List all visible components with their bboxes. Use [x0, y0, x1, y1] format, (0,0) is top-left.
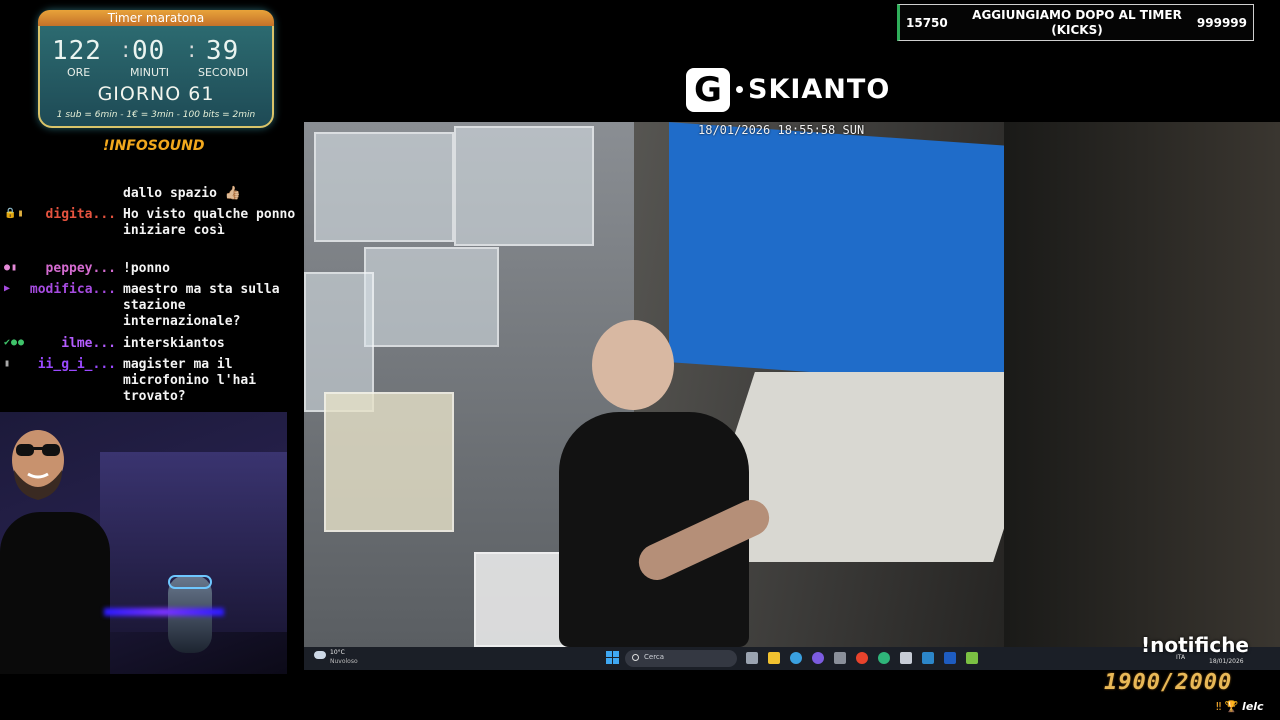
timer-digits: 122 : 00 : 39: [40, 36, 272, 68]
weather-temperature[interactable]: 10°C: [330, 649, 345, 656]
task-view-icon[interactable]: [746, 652, 758, 664]
timer-hours-label: ORE: [67, 66, 91, 79]
goal-target: 999999: [1196, 16, 1247, 30]
camera-timestamp: 18/01/2026 18:55:58 SUN: [698, 123, 865, 137]
storage-box: [314, 132, 454, 242]
chrome-icon[interactable]: [790, 652, 802, 664]
chat-text: magister ma il microfonino l'hai trovato…: [123, 357, 257, 404]
app-icon[interactable]: [834, 652, 846, 664]
timer-title: Timer maratona: [38, 10, 274, 26]
led-strip: [104, 608, 224, 616]
chat-text: dallo spazio 👍🏼: [123, 186, 241, 201]
marathon-timer: Timer maratona 122 : 00 : 39 ORE MINUTI …: [38, 10, 274, 128]
windows-taskbar: 10°C Nuvoloso Cerca ITA 18/01/2026: [304, 647, 1280, 670]
chat-username: ilme...: [61, 336, 116, 351]
discord-icon[interactable]: [812, 652, 824, 664]
garage-right-side: [1004, 122, 1280, 647]
timer-colon: :: [122, 38, 130, 63]
streamer-avatar-icon: [12, 430, 64, 500]
goal-current: 15750: [906, 16, 948, 30]
weather-condition[interactable]: Nuvoloso: [330, 658, 358, 665]
taskbar-search-input[interactable]: Cerca: [625, 650, 737, 667]
event-ticker: ‼ 🏆 lelc: [1216, 700, 1264, 713]
chat-badges: ●▮: [4, 262, 19, 273]
chat-username: modifica...: [29, 282, 116, 297]
kicks-goal-bar: 15750 AGGIUNGIAMO DOPO AL TIMER (KICKS) …: [897, 4, 1254, 41]
start-button[interactable]: [606, 651, 619, 664]
app-icon[interactable]: [900, 652, 912, 664]
logo-letter: G: [686, 68, 730, 112]
chat-text: !ponno: [123, 261, 170, 276]
webcam-streamer: [0, 512, 110, 674]
goal-label: AGGIUNGIAMO DOPO AL TIMER (KICKS): [972, 8, 1182, 37]
file-explorer-icon[interactable]: [768, 652, 780, 664]
storage-box: [304, 272, 374, 412]
storage-box: [454, 126, 594, 246]
chat-username: ii_g_i_...: [37, 357, 116, 372]
timer-seconds-label: SECONDI: [198, 66, 249, 79]
steam-icon[interactable]: [922, 652, 934, 664]
chat-username: peppey...: [45, 261, 116, 276]
taskbar-date[interactable]: 18/01/2026: [1209, 658, 1244, 665]
search-placeholder: Cerca: [644, 653, 665, 661]
timer-minutes-label: MINUTI: [130, 66, 169, 79]
timer-colon: :: [188, 38, 196, 63]
timer-rates: 1 sub = 6min - 1€ = 3min - 100 bits = 2m…: [56, 110, 256, 120]
search-icon: [632, 654, 639, 661]
ticker-username: lelc: [1242, 700, 1264, 713]
notifiche-command: !notifiche: [1141, 633, 1249, 657]
timer-hours: 122: [52, 36, 102, 66]
app-icon[interactable]: [856, 652, 868, 664]
streamer-webcam: [0, 412, 287, 674]
sub-goal-counter: 1900/2000: [1104, 670, 1233, 695]
storage-box: [364, 247, 499, 347]
tool-pegboard: [669, 122, 1009, 386]
logo-dot: [736, 86, 743, 93]
chat-text: Ho visto qualche ponno iniziare così: [123, 207, 296, 238]
chat-username: digita...: [45, 207, 116, 222]
cardboard-box: [324, 392, 454, 532]
chat-text: interskiantos: [123, 336, 225, 351]
timer-seconds: 39: [206, 36, 240, 66]
app-icon[interactable]: [878, 652, 890, 664]
chat-text: maestro ma sta sulla stazione internazio…: [123, 282, 280, 329]
timer-day: GIORNO 61: [97, 83, 215, 105]
person-head: [592, 320, 674, 410]
infosound-command: !INFOSOUND: [103, 138, 205, 154]
gift-icon: ‼ 🏆: [1216, 700, 1239, 713]
app-icon[interactable]: [944, 652, 956, 664]
app-icon[interactable]: [966, 652, 978, 664]
workshop-camera-feed: 18/01/2026 18:55:58 SUN: [304, 122, 1280, 647]
chat-badges: ▶: [4, 283, 12, 294]
chat-badges: 🔒▮: [4, 208, 25, 219]
chat-badges: ✔●●: [4, 337, 26, 348]
smart-speaker-ring: [168, 575, 212, 589]
chat-badges: ▮: [4, 358, 12, 369]
logo-text: SKIANTO: [748, 74, 891, 105]
timer-minutes: 00: [132, 36, 166, 66]
cloud-icon[interactable]: [314, 651, 326, 659]
